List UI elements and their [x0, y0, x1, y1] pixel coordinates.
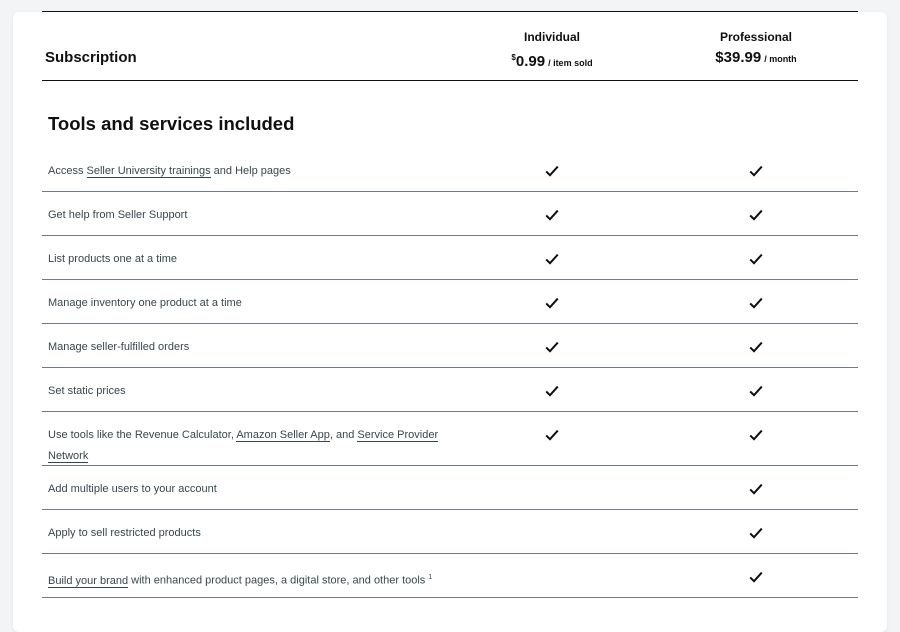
feature-label: Manage inventory one product at a time — [48, 297, 242, 309]
footnote-marker: 1 — [428, 574, 433, 581]
table-row: Set static prices — [42, 368, 858, 412]
subscription-label: Subscription — [45, 49, 137, 66]
checkmark-icon — [749, 429, 763, 441]
price-period: / item sold — [548, 58, 593, 68]
feature-label: Use tools like the Revenue Calculator, A… — [48, 425, 468, 467]
plan-individual: Individual $0.99/ item sold — [462, 30, 642, 71]
table-row: Access Seller University trainings and H… — [42, 148, 858, 192]
checkmark-icon — [545, 253, 559, 265]
feature-label: List products one at a time — [48, 253, 178, 265]
feature-label: Set static prices — [48, 385, 126, 397]
text-segment: Use tools like the Revenue Calculator, — [48, 429, 237, 441]
feature-label: Add multiple users to your account — [48, 483, 217, 495]
feature-label: Access Seller University trainings and H… — [48, 161, 468, 182]
price-period: / month — [764, 54, 797, 64]
checkmark-icon — [749, 253, 763, 265]
feature-label: Apply to sell restricted products — [48, 527, 201, 539]
text-segment: with enhanced product pages, a digital s… — [128, 574, 429, 587]
table-row: Manage inventory one product at a time — [42, 280, 858, 324]
table-row: Manage seller-fulfilled orders — [42, 324, 858, 368]
section-title: Tools and services included — [48, 113, 295, 134]
checkmark-icon — [749, 483, 763, 495]
checkmark-icon — [545, 209, 559, 221]
feature-label: Manage seller-fulfilled orders — [48, 341, 190, 353]
checkmark-icon — [749, 165, 763, 177]
table-row: Build your brand with enhanced product p… — [42, 554, 858, 598]
text-segment: , and — [329, 429, 358, 441]
feature-label: Build your brand with enhanced product p… — [48, 567, 468, 592]
checkmark-icon — [749, 527, 763, 539]
plan-name: Professional — [719, 30, 793, 44]
checkmark-icon — [749, 209, 763, 221]
plan-name: Individual — [523, 30, 580, 44]
feature-label: Get help from Seller Support — [48, 209, 188, 221]
amazon-seller-app-link[interactable]: Amazon Seller App — [236, 429, 330, 442]
price-amount: 0.99 — [515, 53, 546, 70]
plan-professional: Professional $39.99/ month — [666, 30, 846, 67]
table-row: List products one at a time — [42, 236, 858, 280]
text-segment: Access — [48, 165, 87, 177]
checkmark-icon — [545, 385, 559, 397]
checkmark-icon — [749, 385, 763, 397]
table-row: Use tools like the Revenue Calculator, A… — [42, 412, 858, 466]
checkmark-icon — [749, 341, 763, 353]
checkmark-icon — [545, 429, 559, 441]
build-your-brand-link[interactable]: Build your brand — [48, 574, 129, 588]
checkmark-icon — [749, 571, 763, 583]
feature-rows: Access Seller University trainings and H… — [42, 148, 858, 598]
checkmark-icon — [545, 341, 559, 353]
plan-price: $39.99/ month — [666, 50, 846, 67]
table-row: Add multiple users to your account — [42, 466, 858, 510]
checkmark-icon — [545, 165, 559, 177]
table-row: Apply to sell restricted products — [42, 510, 858, 554]
plan-price: $0.99/ item sold — [462, 50, 642, 71]
pricing-card: Subscription Individual $0.99/ item sold… — [13, 11, 887, 632]
table-header: Subscription Individual $0.99/ item sold… — [42, 11, 858, 81]
checkmark-icon — [545, 297, 559, 309]
comparison-table: Subscription Individual $0.99/ item sold… — [42, 11, 858, 598]
checkmark-icon — [749, 297, 763, 309]
price-amount: $39.99 — [715, 49, 762, 66]
table-row: Get help from Seller Support — [42, 192, 858, 236]
seller-university-link[interactable]: Seller University trainings — [86, 165, 211, 178]
text-segment: and Help pages — [210, 165, 291, 177]
